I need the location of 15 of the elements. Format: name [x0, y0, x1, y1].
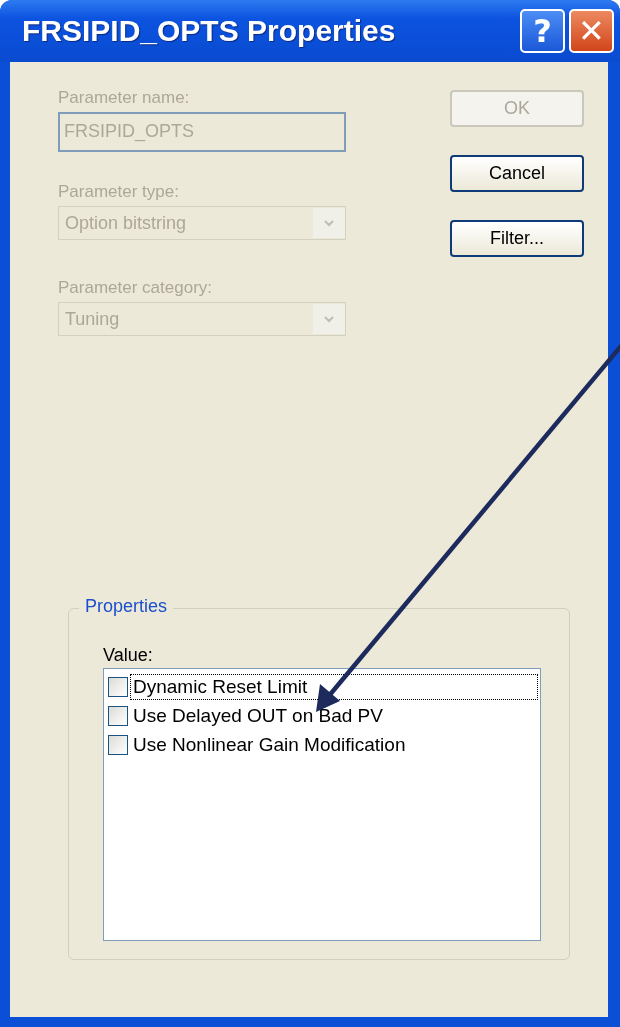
checkbox[interactable] [108, 705, 128, 726]
window-title: FRSIPID_OPTS Properties [22, 14, 397, 48]
option-list[interactable]: Dynamic Reset Limit Use Delayed OUT on Bad PV Use Nonlinear Gain Modification [103, 668, 541, 941]
list-item[interactable]: Use Delayed OUT on Bad PV [130, 702, 538, 729]
help-button[interactable]: ? [520, 9, 565, 53]
checkbox[interactable] [108, 734, 128, 755]
value-label: Value: [103, 645, 154, 666]
field-label: Parameter name: [58, 88, 191, 108]
dialog-button[interactable]: Filter... [450, 220, 584, 257]
dialog-button[interactable]: Cancel [450, 155, 584, 192]
field-label: Parameter category: [58, 278, 213, 298]
group-title: Properties [79, 596, 174, 617]
list-item[interactable]: Use Nonlinear Gain Modification [130, 731, 538, 758]
field-label: Parameter type: [58, 182, 180, 202]
checkbox[interactable] [108, 676, 128, 697]
